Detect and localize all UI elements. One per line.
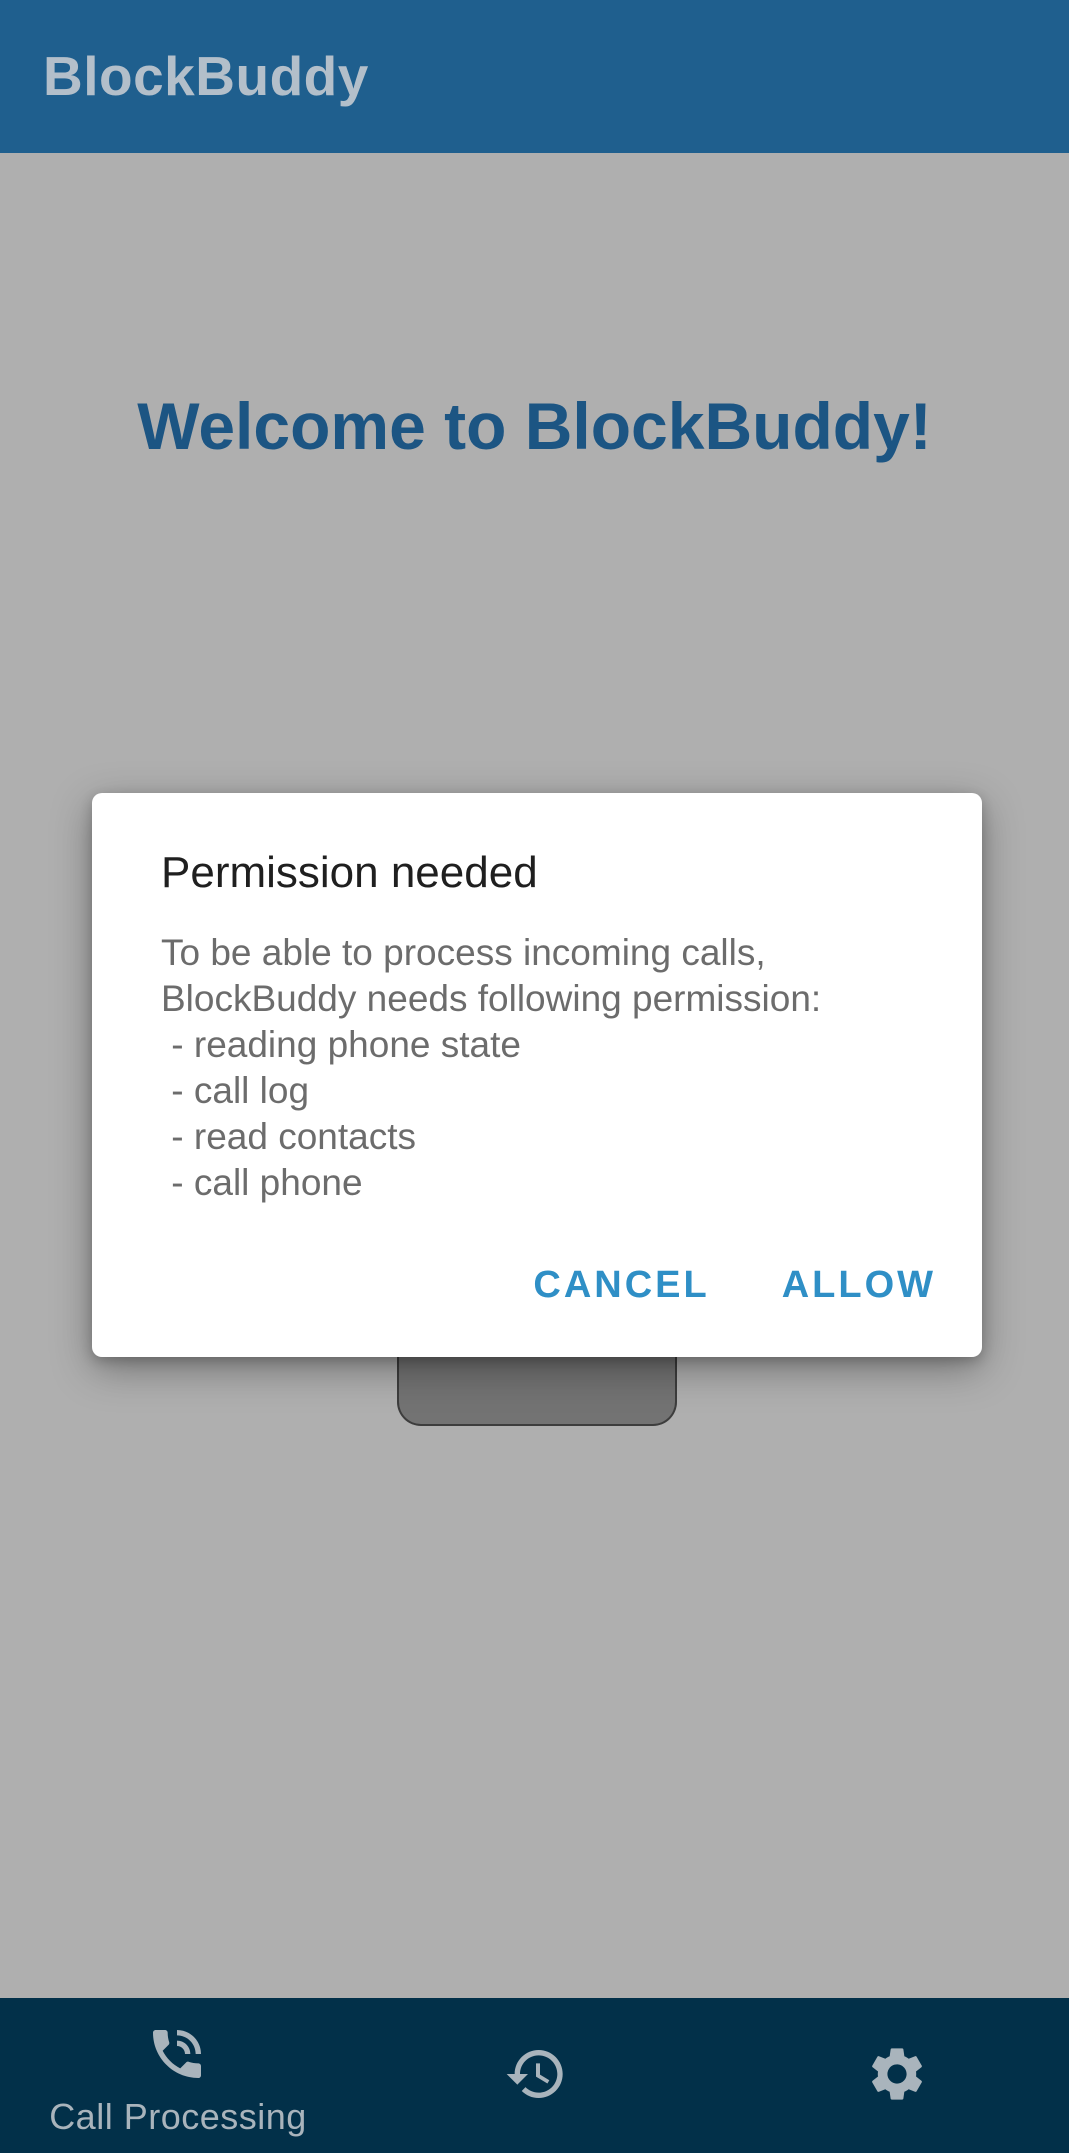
dialog-message-line: - call log bbox=[161, 1070, 310, 1111]
cancel-button[interactable]: CANCEL bbox=[533, 1255, 709, 1315]
dialog-message-line: BlockBuddy needs following permission: bbox=[161, 978, 822, 1019]
dialog-message-line: - read contacts bbox=[161, 1116, 417, 1157]
dialog-message-line: - call phone bbox=[161, 1162, 363, 1203]
permission-dialog: Permission needed To be able to process … bbox=[92, 793, 982, 1357]
dialog-message-line: - reading phone state bbox=[161, 1024, 521, 1065]
dialog-title: Permission needed bbox=[161, 848, 538, 897]
dialog-message: To be able to process incoming calls, Bl… bbox=[161, 930, 941, 1206]
allow-button[interactable]: ALLOW bbox=[782, 1255, 936, 1315]
dialog-message-line: To be able to process incoming calls, bbox=[161, 932, 766, 973]
dialog-actions: CANCEL ALLOW bbox=[533, 1255, 936, 1315]
